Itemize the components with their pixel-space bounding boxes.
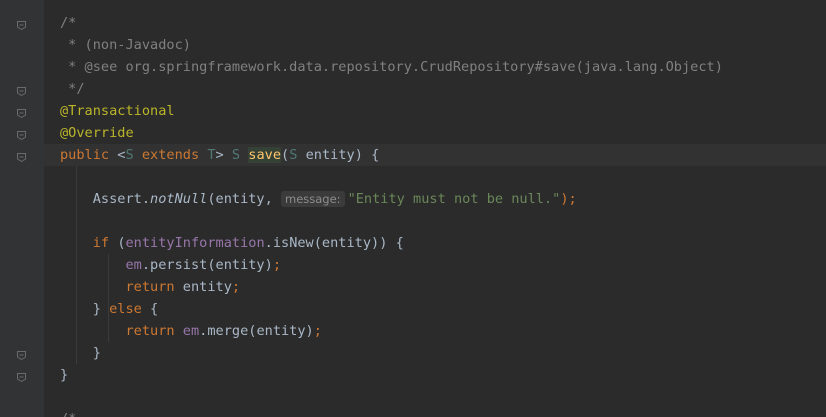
fold-marker-icon[interactable]: [17, 128, 26, 141]
code-line[interactable]: @Transactional: [44, 100, 826, 122]
code-line[interactable]: */: [44, 78, 826, 100]
code-line[interactable]: * @see org.springframework.data.reposito…: [44, 56, 826, 78]
gutter[interactable]: [0, 0, 44, 417]
code-line-text: if (entityInformation.isNew(entity)) {: [60, 232, 404, 254]
code-token: notNull: [150, 191, 208, 207]
code-editor[interactable]: /* * (non-Javadoc) * @see org.springfram…: [0, 0, 826, 417]
code-line[interactable]: } else {: [44, 298, 826, 320]
code-token: extends: [133, 147, 208, 163]
code-token: >: [215, 147, 232, 163]
parameter-hint: message:: [281, 191, 345, 207]
code-token: (entity,: [207, 191, 281, 207]
code-line[interactable]: @Override: [44, 122, 826, 144]
code-line-text: public <S extends T> S save(S entity) {: [60, 144, 379, 166]
fold-marker-icon[interactable]: [17, 348, 26, 361]
code-token: .merge(entity): [199, 323, 314, 339]
code-token: }: [60, 345, 101, 361]
code-token: if: [92, 235, 118, 251]
code-line-text: * @see org.springframework.data.reposito…: [60, 56, 723, 78]
code-line[interactable]: [44, 166, 826, 188]
code-token: entityInformation: [125, 235, 265, 251]
code-line-text: * (non-Javadoc): [60, 34, 191, 56]
code-line[interactable]: /*: [44, 12, 826, 34]
code-token: return: [125, 323, 183, 339]
code-line[interactable]: Assert.notNull(entity, message: "Entity m…: [44, 188, 826, 210]
code-line[interactable]: if (entityInformation.isNew(entity)) {: [44, 232, 826, 254]
code-token: (: [117, 235, 126, 251]
code-token: }: [60, 367, 69, 383]
code-token: /*: [60, 15, 77, 31]
code-token: "Entity must not be null.": [347, 191, 561, 207]
code-token: else: [109, 301, 151, 317]
code-token: em: [182, 323, 200, 339]
code-line[interactable]: [44, 210, 826, 232]
code-line[interactable]: /*: [44, 408, 826, 417]
fold-marker-icon[interactable]: [17, 18, 26, 31]
code-line-text: Assert.notNull(entity, message: "Entity m…: [60, 188, 577, 210]
current-code-line[interactable]: public <S extends T> S save(S entity) {: [44, 144, 826, 166]
code-token: @Override: [60, 125, 134, 141]
code-token: * (non-Javadoc): [60, 37, 191, 53]
fold-marker-icon[interactable]: [17, 106, 26, 119]
code-token: entity: [182, 279, 232, 295]
code-line-text: */: [60, 78, 85, 100]
code-token: .persist(entity): [141, 257, 273, 273]
code-line[interactable]: return em.merge(entity);: [44, 320, 826, 342]
code-token: @Transactional: [60, 103, 175, 119]
code-token: * @see org.springframework.data.reposito…: [60, 59, 723, 75]
code-token: T: [207, 147, 216, 163]
method-name: save: [248, 147, 282, 163]
code-line[interactable]: * (non-Javadoc): [44, 34, 826, 56]
fold-marker-icon[interactable]: [17, 150, 26, 163]
code-token: .isNew(entity)) {: [264, 235, 404, 251]
code-token: Assert.: [60, 191, 151, 207]
code-line-text: return em.merge(entity);: [60, 320, 322, 342]
code-line-text: return entity;: [60, 276, 240, 298]
code-line-text: }: [60, 342, 101, 364]
fold-marker-icon[interactable]: [17, 84, 26, 97]
code-line-text: /*: [60, 408, 76, 417]
code-token: S: [125, 147, 134, 163]
code-token: (: [281, 147, 290, 163]
code-line[interactable]: }: [44, 342, 826, 364]
code-token: }: [60, 301, 110, 317]
code-line-text: @Override: [60, 122, 134, 144]
code-token: {: [150, 301, 159, 317]
code-line[interactable]: return entity;: [44, 276, 826, 298]
code-line-text: }: [60, 364, 68, 386]
code-token: );: [560, 191, 577, 207]
code-area[interactable]: /* * (non-Javadoc) * @see org.springfram…: [44, 0, 826, 417]
code-token: entity) {: [297, 147, 380, 163]
code-line[interactable]: }: [44, 364, 826, 386]
code-token: return: [125, 279, 183, 295]
code-token: ;: [272, 257, 281, 273]
code-token: em: [125, 257, 142, 273]
code-line-text: } else {: [60, 298, 158, 320]
code-line[interactable]: em.persist(entity);: [44, 254, 826, 276]
code-line-text: /*: [60, 12, 76, 34]
code-token: public: [60, 147, 118, 163]
code-token: ;: [313, 323, 322, 339]
code-line[interactable]: [44, 386, 826, 408]
code-token: ;: [231, 279, 241, 295]
code-token: /*: [60, 411, 76, 417]
code-line-text: em.persist(entity);: [60, 254, 281, 276]
code-line-text: @Transactional: [60, 100, 175, 122]
code-token: S: [231, 147, 241, 163]
code-token: */: [60, 81, 85, 97]
fold-marker-icon[interactable]: [17, 370, 26, 383]
